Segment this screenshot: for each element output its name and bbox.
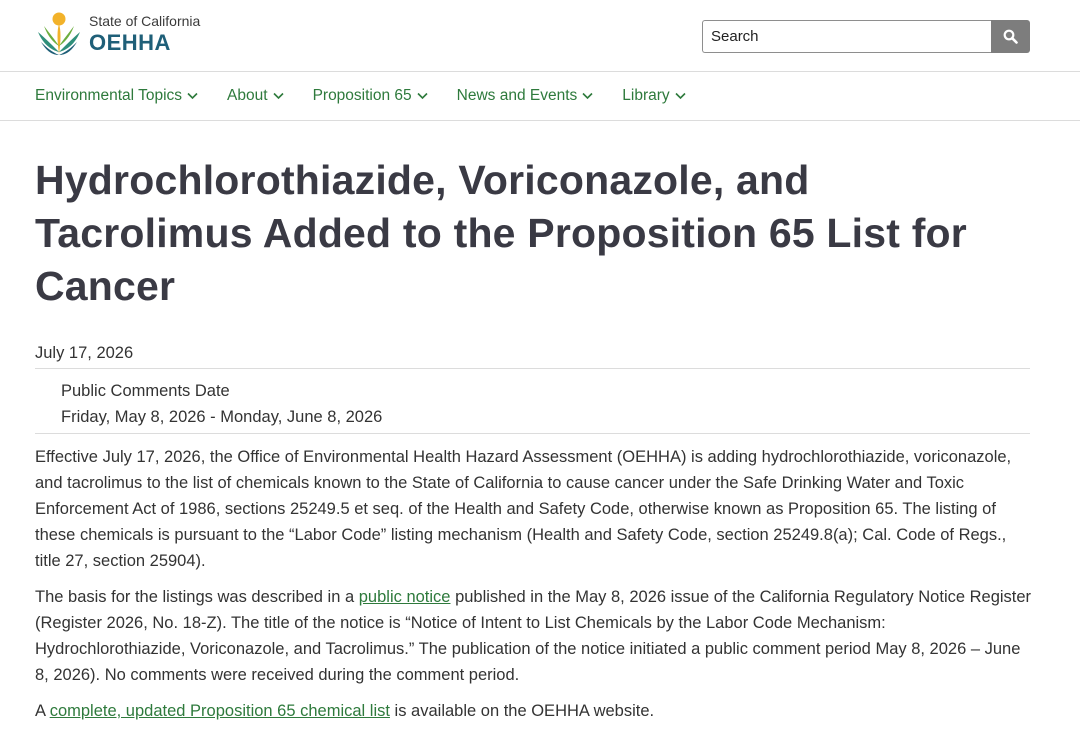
public-comments-range: Friday, May 8, 2026 - Monday, June 8, 20… — [61, 408, 383, 426]
page-title: Hydrochlorothiazide, Voriconazole, and T… — [35, 157, 967, 309]
nav-item-label: Environmental Topics — [35, 87, 183, 104]
nav-item-label: Proposition 65 — [312, 87, 412, 104]
body-paragraph-1: Effective July 17, 2026, the Office of E… — [35, 448, 1012, 570]
nav-item-label: News and Events — [456, 87, 578, 104]
nav-item-proposition-65[interactable]: Proposition 65 — [313, 87, 428, 105]
nav-item-label: Library — [622, 87, 670, 104]
chevron-down-icon — [582, 92, 593, 100]
chevron-down-icon — [272, 92, 284, 100]
oehha-logo-icon — [38, 12, 80, 55]
public-comments-box: Public Comments Date Friday, May 8, 2026… — [35, 368, 1030, 434]
chevron-down-icon — [417, 92, 428, 100]
chevron-down-icon — [187, 92, 198, 100]
main-nav: Environmental Topics About Proposition 6… — [0, 72, 1080, 121]
search-form — [702, 20, 1030, 53]
oehha-logo[interactable]: State of California OEHHA — [35, 10, 200, 58]
chevron-down-icon — [675, 92, 686, 100]
p3-text-before: A — [35, 702, 50, 720]
nav-item-library[interactable]: Library — [622, 87, 686, 105]
publish-date: July 17, 2026 — [35, 344, 134, 362]
site-header: State of California OEHHA — [0, 0, 1080, 72]
body-paragraph-3: A complete, updated Proposition 65 chemi… — [35, 698, 1035, 724]
body-paragraph-2: The basis for the listings was described… — [35, 584, 1035, 688]
search-icon — [1003, 29, 1018, 44]
p2-text-before: The basis for the listings was described… — [35, 588, 359, 606]
search-input[interactable] — [702, 20, 991, 53]
nav-item-news-and-events[interactable]: News and Events — [457, 87, 594, 105]
p3-text-after: is available on the OEHHA website. — [389, 702, 655, 720]
chemical-list-link[interactable]: complete, updated Proposition 65 chemica… — [50, 702, 390, 720]
nav-item-about[interactable]: About — [227, 87, 284, 105]
logo-text: State of California OEHHA — [89, 13, 200, 55]
public-notice-link[interactable]: public notice — [359, 588, 451, 606]
search-button[interactable] — [991, 20, 1030, 53]
logo-state-label: State of California — [89, 13, 201, 29]
nav-item-environmental-topics[interactable]: Environmental Topics — [35, 87, 198, 105]
public-comments-label: Public Comments Date — [61, 382, 230, 400]
logo-org-label: OEHHA — [89, 30, 171, 55]
nav-item-label: About — [227, 87, 268, 104]
main-content: Hydrochlorothiazide, Voriconazole, and T… — [0, 154, 1080, 724]
